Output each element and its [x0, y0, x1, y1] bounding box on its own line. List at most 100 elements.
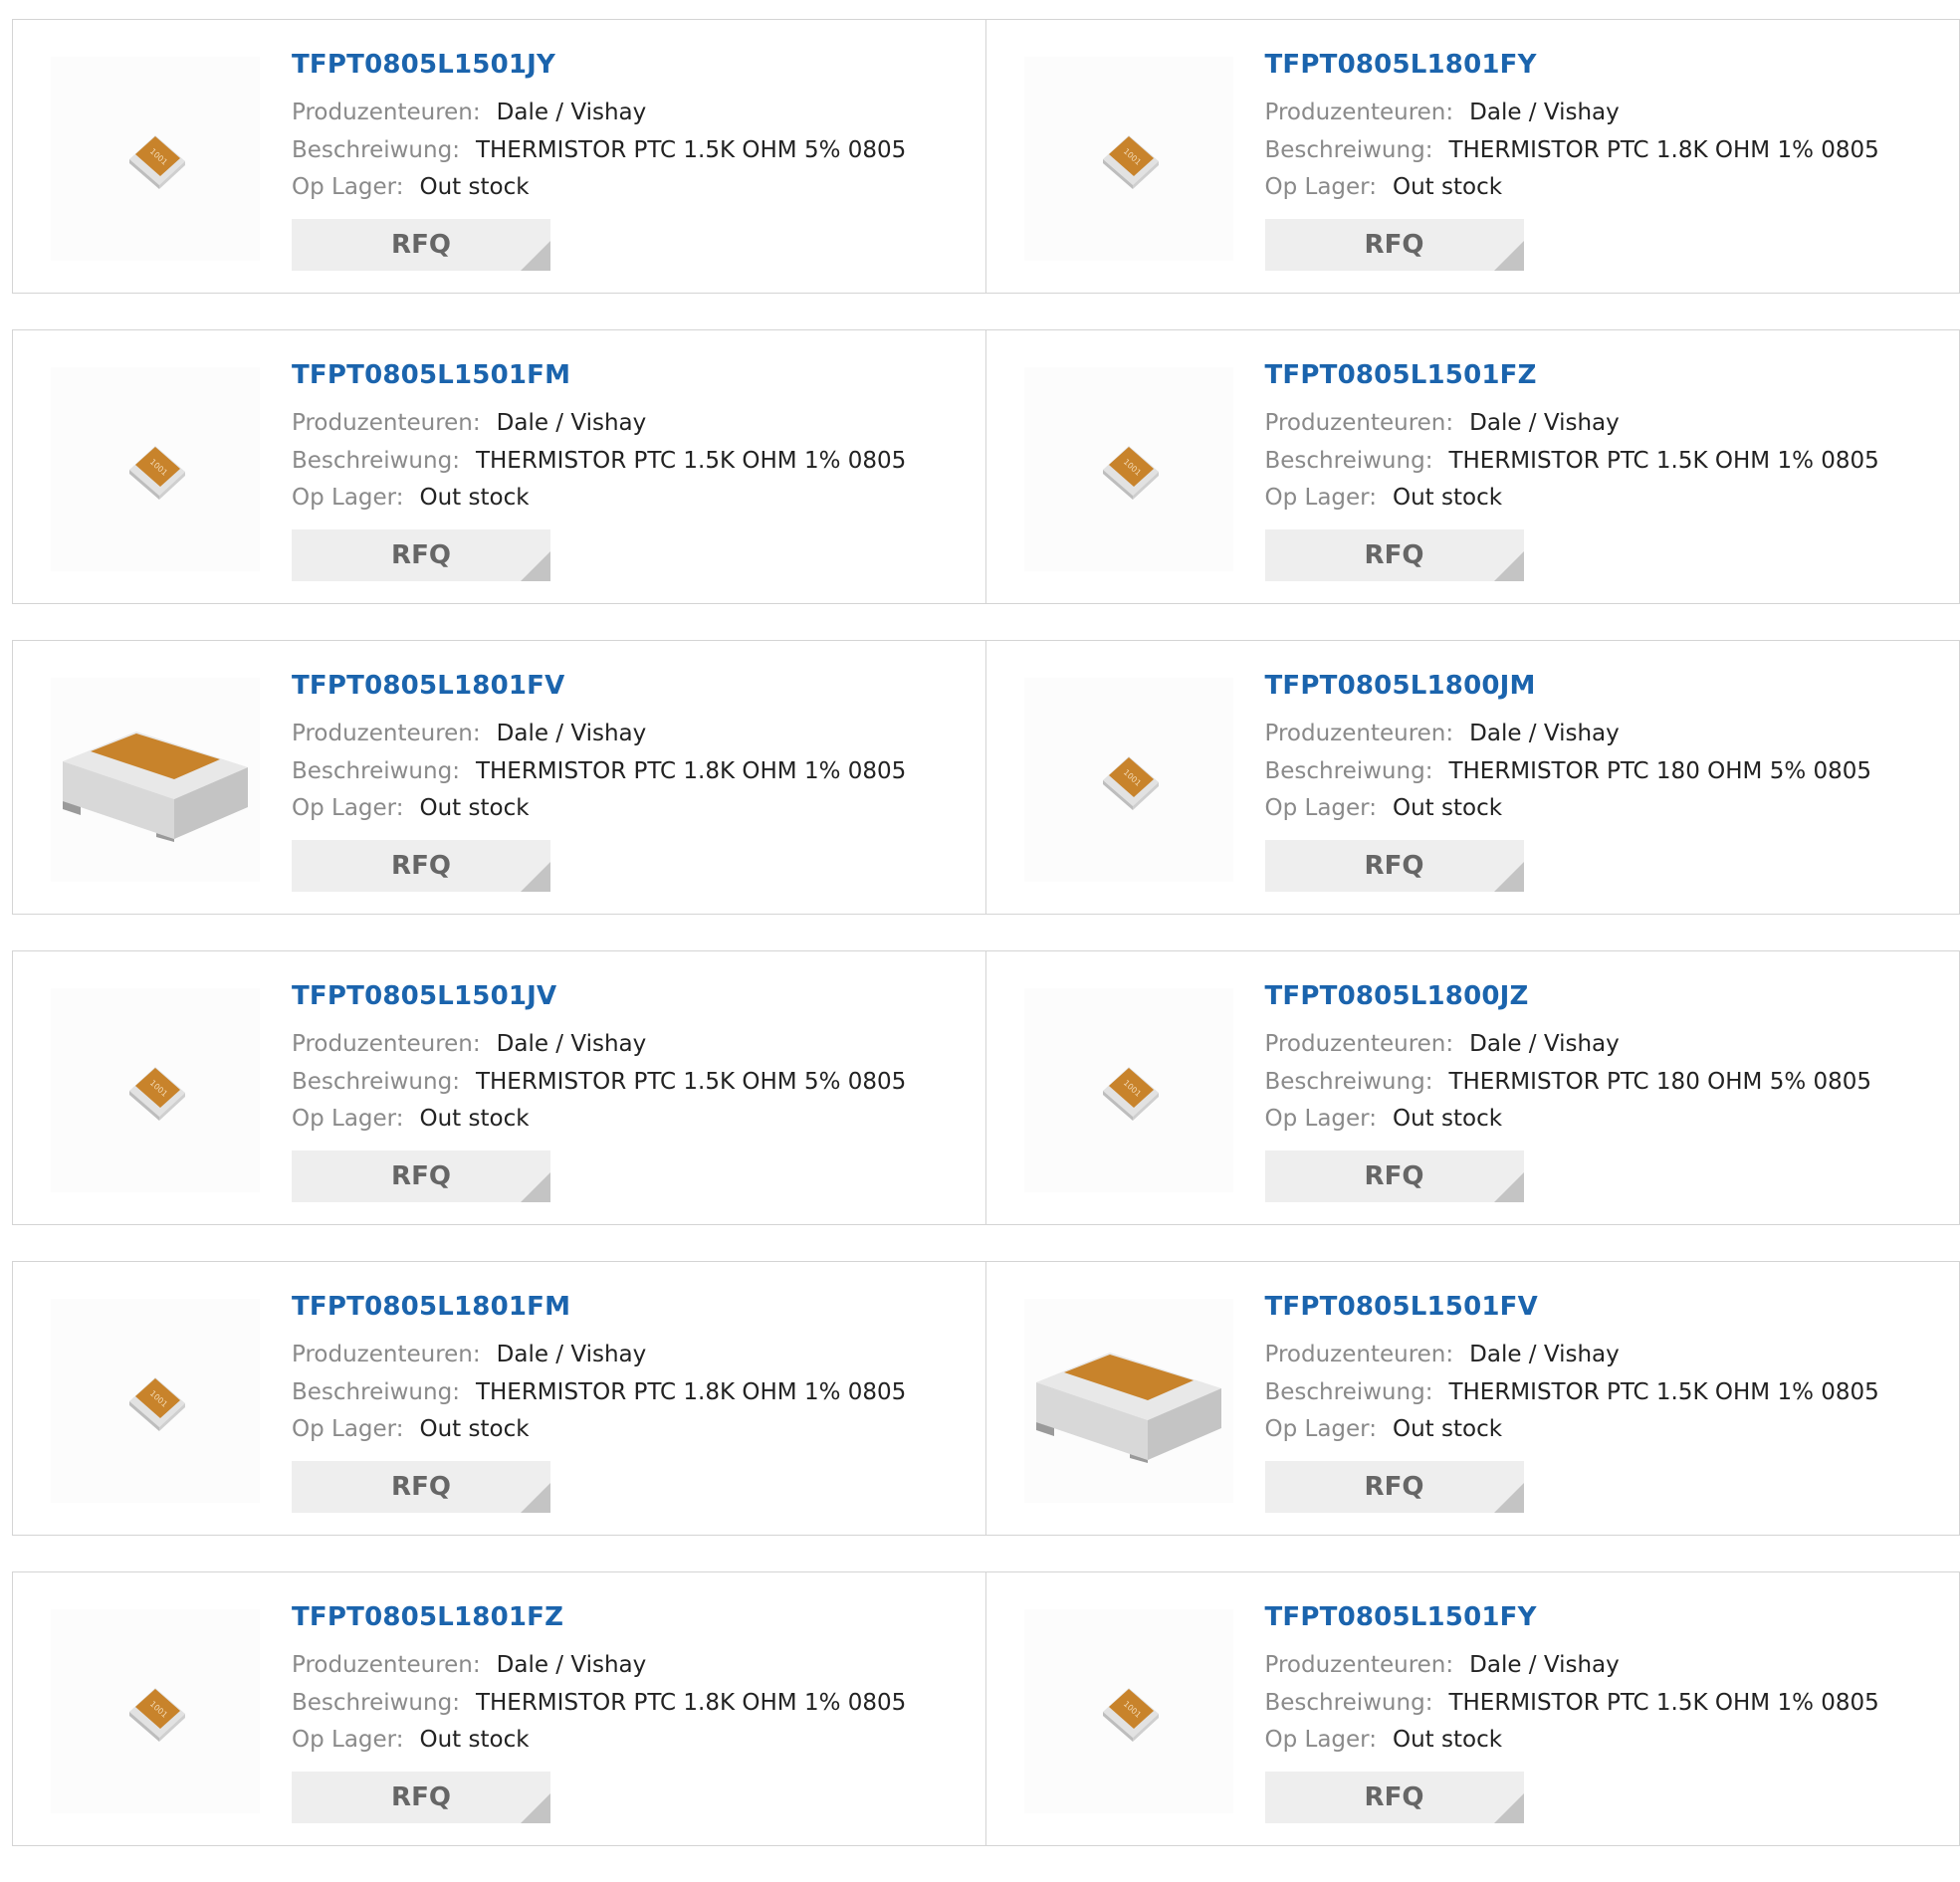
- product-image[interactable]: 1001: [1024, 988, 1233, 1192]
- description-value: THERMISTOR PTC 1.8K OHM 1% 0805: [476, 1379, 906, 1405]
- description-value: THERMISTOR PTC 1.5K OHM 5% 0805: [476, 1069, 906, 1095]
- description-row: Beschreiwung:THERMISTOR PTC 180 OHM 5% 0…: [1265, 758, 1872, 784]
- manufacturer-value[interactable]: Dale / Vishay: [1469, 721, 1620, 746]
- part-number-link[interactable]: TFPT0805L1501FY: [1265, 1602, 1537, 1632]
- part-number-link[interactable]: TFPT0805L1801FZ: [292, 1602, 563, 1632]
- rfq-label: RFQ: [1365, 540, 1424, 570]
- stock-row: Op Lager:Out stock: [1265, 1727, 1503, 1753]
- product-card: 1001 TFPT0805L1801FZ Produzenteuren:Dale…: [13, 1572, 986, 1845]
- product-image[interactable]: 1001: [51, 1609, 260, 1813]
- part-number-link[interactable]: TFPT0805L1800JZ: [1265, 981, 1529, 1011]
- manufacturer-value[interactable]: Dale / Vishay: [1469, 1031, 1620, 1057]
- part-number-link[interactable]: TFPT0805L1501JV: [292, 981, 556, 1011]
- rfq-button[interactable]: RFQ: [1265, 840, 1524, 892]
- rfq-label: RFQ: [391, 1782, 451, 1812]
- stock-row: Op Lager:Out stock: [292, 1727, 530, 1753]
- product-row: 1001 TFPT0805L1801FZ Produzenteuren:Dale…: [12, 1571, 1960, 1846]
- rfq-button[interactable]: RFQ: [1265, 1150, 1524, 1202]
- stock-value: Out stock: [419, 1727, 529, 1753]
- stock-label: Op Lager:: [1265, 485, 1377, 511]
- product-image[interactable]: 1001: [51, 57, 260, 261]
- product-image[interactable]: 1001: [1024, 1609, 1233, 1813]
- part-number-link[interactable]: TFPT0805L1801FM: [292, 1292, 570, 1322]
- rfq-button[interactable]: RFQ: [292, 1772, 550, 1823]
- description-label: Beschreiwung:: [1265, 448, 1433, 474]
- description-row: Beschreiwung:THERMISTOR PTC 1.5K OHM 1% …: [1265, 1379, 1879, 1405]
- stock-value: Out stock: [1393, 174, 1502, 200]
- manufacturer-label: Produzenteuren:: [1265, 410, 1454, 436]
- description-value: THERMISTOR PTC 1.8K OHM 1% 0805: [476, 758, 906, 784]
- description-value: THERMISTOR PTC 180 OHM 5% 0805: [1448, 758, 1871, 784]
- smd-chip-small-icon: 1001: [125, 1371, 189, 1433]
- manufacturer-value[interactable]: Dale / Vishay: [1469, 1652, 1620, 1678]
- corner-fold-icon: [1494, 551, 1524, 581]
- description-value: THERMISTOR PTC 180 OHM 5% 0805: [1448, 1069, 1871, 1095]
- description-row: Beschreiwung:THERMISTOR PTC 1.8K OHM 1% …: [292, 1690, 906, 1716]
- description-value: THERMISTOR PTC 1.8K OHM 1% 0805: [1448, 137, 1878, 163]
- manufacturer-value[interactable]: Dale / Vishay: [1469, 100, 1620, 125]
- manufacturer-label: Produzenteuren:: [292, 100, 481, 125]
- description-row: Beschreiwung:THERMISTOR PTC 1.5K OHM 1% …: [1265, 1690, 1879, 1716]
- manufacturer-row: Produzenteuren:Dale / Vishay: [292, 721, 646, 746]
- part-number-link[interactable]: TFPT0805L1501FZ: [1265, 360, 1537, 390]
- corner-fold-icon: [1494, 1172, 1524, 1202]
- rfq-label: RFQ: [1365, 230, 1424, 260]
- smd-chip-small-icon: 1001: [1099, 1682, 1163, 1744]
- smd-chip-large-icon: [1034, 1339, 1223, 1463]
- rfq-button[interactable]: RFQ: [292, 219, 550, 271]
- rfq-button[interactable]: RFQ: [292, 840, 550, 892]
- rfq-button[interactable]: RFQ: [1265, 1461, 1524, 1513]
- smd-chip-small-icon: 1001: [125, 1061, 189, 1123]
- manufacturer-value[interactable]: Dale / Vishay: [497, 1342, 647, 1367]
- product-image[interactable]: 1001: [1024, 57, 1233, 261]
- manufacturer-value[interactable]: Dale / Vishay: [497, 1031, 647, 1057]
- product-image[interactable]: 1001: [51, 988, 260, 1192]
- stock-label: Op Lager:: [1265, 1727, 1377, 1753]
- product-row: 1001 TFPT0805L1501JY Produzenteuren: Dale…: [12, 19, 1960, 294]
- description-label: Beschreiwung:: [1265, 1069, 1433, 1095]
- manufacturer-value[interactable]: Dale / Vishay: [1469, 1342, 1620, 1367]
- description-label: Beschreiwung:: [1265, 1690, 1433, 1716]
- part-number-link[interactable]: TFPT0805L1501FV: [1265, 1292, 1538, 1322]
- rfq-button[interactable]: RFQ: [292, 1461, 550, 1513]
- manufacturer-value[interactable]: Dale / Vishay: [497, 1652, 647, 1678]
- manufacturer-value[interactable]: Dale / Vishay: [1469, 410, 1620, 436]
- smd-chip-small-icon: 1001: [1099, 440, 1163, 502]
- product-image[interactable]: 1001: [1024, 678, 1233, 882]
- product-image[interactable]: 1001: [51, 367, 260, 571]
- part-number-link[interactable]: TFPT0805L1800JM: [1265, 671, 1536, 701]
- smd-chip-small-icon: 1001: [125, 440, 189, 502]
- rfq-label: RFQ: [391, 540, 451, 570]
- corner-fold-icon: [1494, 241, 1524, 271]
- smd-chip-small-icon: 1001: [1099, 750, 1163, 812]
- rfq-button[interactable]: RFQ: [1265, 219, 1524, 271]
- rfq-button[interactable]: RFQ: [292, 1150, 550, 1202]
- rfq-button[interactable]: RFQ: [1265, 1772, 1524, 1823]
- rfq-button[interactable]: RFQ: [1265, 529, 1524, 581]
- product-image[interactable]: [1024, 1299, 1233, 1503]
- part-number-link[interactable]: TFPT0805L1501JY: [292, 50, 555, 80]
- product-image[interactable]: [51, 678, 260, 882]
- part-number-link[interactable]: TFPT0805L1801FV: [292, 671, 564, 701]
- product-card: 1001 TFPT0805L1501FY Produzenteuren:Dale…: [986, 1572, 1960, 1845]
- rfq-label: RFQ: [391, 1472, 451, 1502]
- part-number-link[interactable]: TFPT0805L1501FM: [292, 360, 570, 390]
- stock-value: Out stock: [419, 1106, 529, 1132]
- manufacturer-row: Produzenteuren:Dale / Vishay: [1265, 721, 1620, 746]
- manufacturer-value[interactable]: Dale / Vishay: [497, 410, 647, 436]
- product-image[interactable]: 1001: [51, 1299, 260, 1503]
- product-grid: 1001 TFPT0805L1501JY Produzenteuren:Dale…: [12, 19, 1960, 1882]
- product-image[interactable]: 1001: [1024, 367, 1233, 571]
- manufacturer-label: Produzenteuren:: [292, 410, 481, 436]
- manufacturer-value[interactable]: Dale / Vishay: [497, 721, 647, 746]
- product-card: 1001 TFPT0805L1501FM Produzenteuren: Dale…: [13, 330, 986, 603]
- manufacturer-value[interactable]: Dale / Vishay: [497, 100, 647, 125]
- stock-label: Op Lager:: [1265, 174, 1377, 200]
- stock-row: Op Lager:Out stock: [292, 174, 530, 200]
- part-number-link[interactable]: TFPT0805L1801FY: [1265, 50, 1537, 80]
- product-row: 1001 TFPT0805L1801FM Produzenteuren:Dale…: [12, 1261, 1960, 1536]
- description-label: Beschreiwung:: [292, 1690, 460, 1716]
- rfq-button[interactable]: RFQ: [292, 529, 550, 581]
- corner-fold-icon: [521, 241, 550, 271]
- description-label: Beschreiwung:: [292, 758, 460, 784]
